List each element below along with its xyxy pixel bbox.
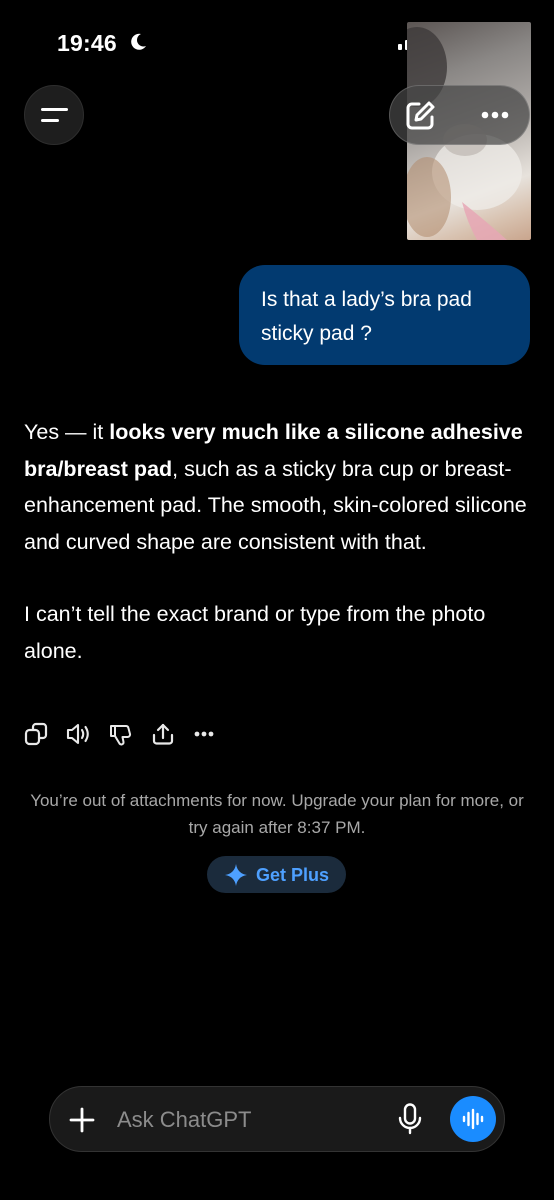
assistant-paragraph-2: I can’t tell the exact brand or type fro… [24,602,486,663]
copy-icon[interactable] [24,722,48,746]
get-plus-button[interactable]: Get Plus [207,856,346,893]
microphone-icon[interactable] [397,1103,423,1135]
speaker-icon[interactable] [66,722,92,746]
menu-icon-line-bottom [41,119,59,122]
user-message-bubble: Is that a lady’s bra pad sticky pad ? [239,265,530,365]
voice-waveform-icon [462,1108,484,1130]
status-time: 19:46 [57,30,117,56]
share-icon[interactable] [151,722,175,746]
assistant-paragraph-1: Yes — it looks very much like a silicone… [24,414,534,560]
more-icon[interactable] [194,731,214,737]
top-actions-pill [389,85,530,145]
menu-icon-line-top [41,108,68,111]
assistant-message: Yes — it looks very much like a silicone… [24,414,534,669]
sparkle-icon [225,864,247,886]
more-options-icon[interactable] [481,111,509,119]
user-message-text: Is that a lady’s bra pad sticky pad ? [261,288,472,345]
moon-icon [131,33,146,50]
voice-mode-button[interactable] [450,1096,496,1142]
get-plus-label: Get Plus [256,865,330,885]
attachments-limit-notice: You’re out of attachments for now. Upgra… [30,791,524,837]
assistant-text-intro: Yes — it [24,420,110,444]
composer-bar [49,1086,505,1152]
new-chat-compose-icon[interactable] [404,100,436,132]
menu-button[interactable] [24,85,84,145]
thumbs-down-icon[interactable] [108,722,134,748]
ask-input[interactable] [117,1106,367,1134]
add-attachment-icon[interactable] [69,1107,95,1133]
